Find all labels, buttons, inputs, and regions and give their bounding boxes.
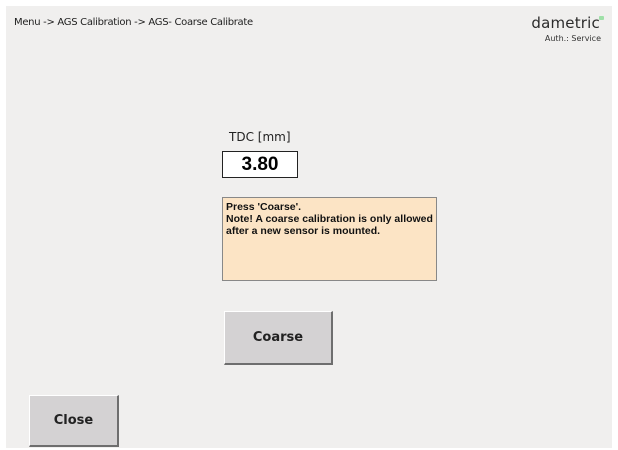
brand-name: dametric xyxy=(531,14,600,32)
instruction-message: Press 'Coarse'. Note! A coarse calibrati… xyxy=(222,197,437,281)
message-line: Press 'Coarse'. xyxy=(226,201,302,213)
tdc-value-field: 3.80 xyxy=(222,151,298,178)
auth-level: Auth.: Service xyxy=(544,34,601,43)
tdc-label: TDC [mm] xyxy=(229,130,291,144)
brand-accent-icon xyxy=(599,16,604,20)
close-button[interactable]: Close xyxy=(29,395,119,447)
coarse-button[interactable]: Coarse xyxy=(224,311,333,365)
breadcrumb: Menu -> AGS Calibration -> AGS- Coarse C… xyxy=(14,17,253,28)
calibration-screen: Menu -> AGS Calibration -> AGS- Coarse C… xyxy=(6,6,612,448)
dametric-logo: dametric xyxy=(531,14,604,32)
message-line: Note! A coarse calibration is only allow… xyxy=(226,213,436,237)
brand-area: dametric Auth.: Service xyxy=(531,14,604,43)
